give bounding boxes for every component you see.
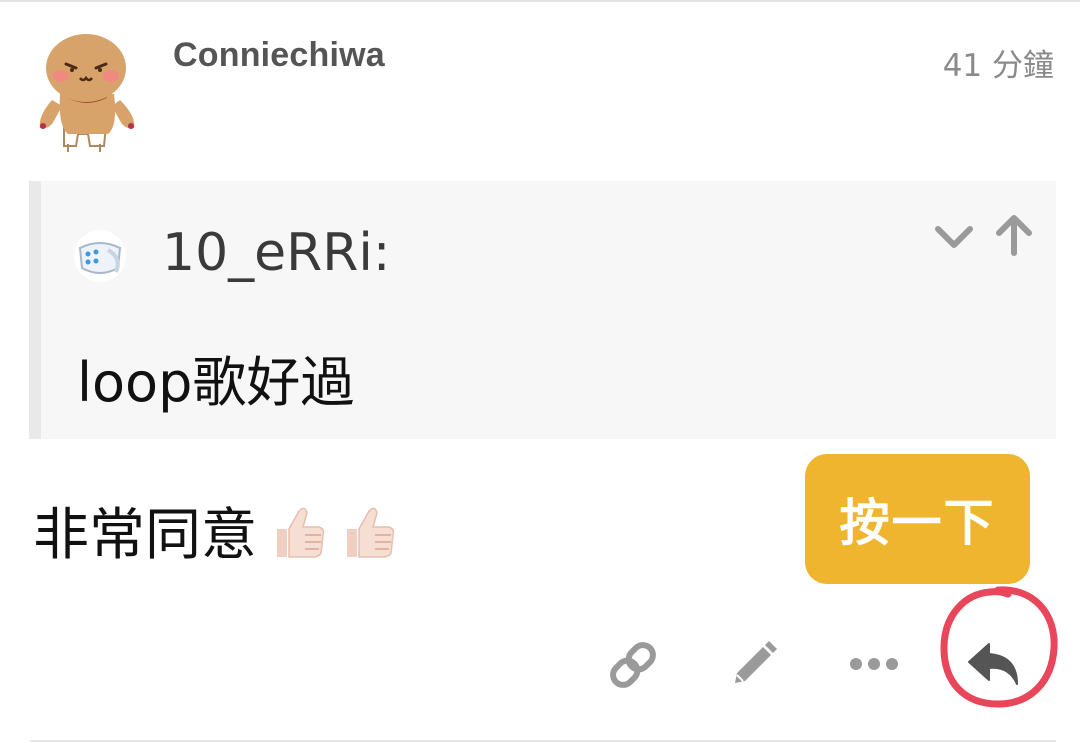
tap-hint-badge: 按一下 (805, 454, 1030, 584)
bottom-divider (30, 740, 1056, 742)
ellipsis-icon (850, 658, 898, 670)
diaper-avatar-icon (74, 230, 126, 282)
chevron-down-icon (935, 226, 973, 248)
top-divider (0, 0, 1080, 2)
thumbs-up-icon (341, 501, 397, 561)
quote-text: loop歌好過 (77, 351, 355, 414)
gingerbread-bear-avatar-icon (39, 34, 135, 152)
quote-block: 10_eRRi: loop歌好過 (29, 181, 1056, 439)
author-avatar[interactable] (28, 30, 146, 156)
post-author-name[interactable]: Conniechiwa (173, 36, 385, 75)
edit-button[interactable] (725, 637, 781, 693)
quote-author-name[interactable]: 10_eRRi: (162, 223, 390, 283)
more-options-button[interactable] (848, 650, 900, 678)
link-icon (610, 642, 656, 688)
quote-jump-button[interactable] (991, 211, 1037, 257)
quote-expand-button[interactable] (934, 217, 974, 257)
thumbs-up-icon (271, 501, 327, 561)
reply-button[interactable] (965, 638, 1023, 694)
post-body: 非常同意 (33, 490, 397, 571)
copy-link-button[interactable] (605, 637, 661, 693)
reply-arrow-icon (968, 643, 1018, 685)
arrow-up-icon (996, 215, 1032, 256)
pencil-icon (735, 641, 777, 683)
post-timestamp[interactable]: 41 分鐘 (943, 40, 1054, 85)
quote-author-avatar[interactable] (72, 228, 128, 284)
post-text: 非常同意 (33, 503, 257, 568)
